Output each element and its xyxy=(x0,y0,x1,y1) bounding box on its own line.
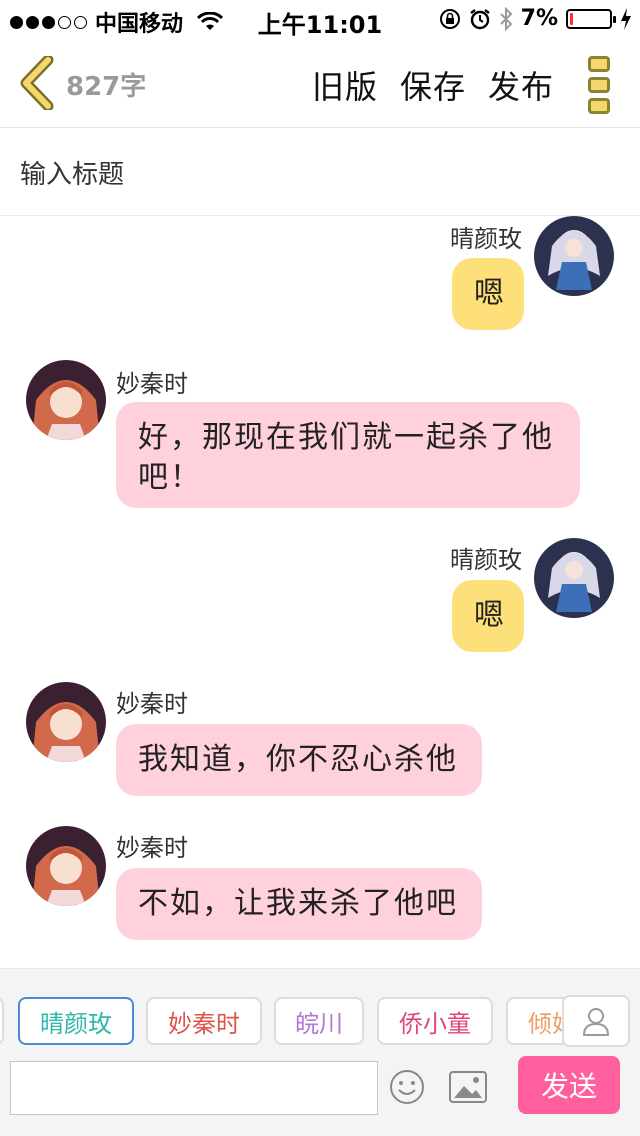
role-chip-label: 晴颜玫 xyxy=(40,1009,112,1038)
role-chip-label: 妙秦时 xyxy=(168,1009,240,1038)
avatar-miaoqinshi[interactable] xyxy=(26,360,106,440)
message-bubble[interactable]: 不如，让我来杀了他吧 xyxy=(116,868,482,940)
message-speaker: 妙秦时 xyxy=(116,834,188,862)
old-version-button[interactable]: 旧版 xyxy=(312,62,378,108)
publish-button[interactable]: 发布 xyxy=(488,62,554,108)
role-chip-qingyanmei[interactable]: 晴颜玫 xyxy=(18,997,134,1045)
save-button[interactable]: 保存 xyxy=(400,62,466,108)
emoji-icon[interactable] xyxy=(388,1068,426,1106)
avatar-qingyanmei[interactable] xyxy=(534,538,614,618)
chevron-left-icon[interactable] xyxy=(18,56,58,110)
more-icon[interactable] xyxy=(588,56,614,114)
role-chip-miaoqinshi[interactable]: 妙秦时 xyxy=(146,997,262,1045)
role-chip-qiaoxiaotong[interactable]: 侨小童 xyxy=(377,997,493,1045)
message-input[interactable] xyxy=(10,1061,378,1115)
role-selector[interactable]: 晴颜玫 妙秦时 皖川 侨小童 倾妁 xyxy=(0,968,640,1058)
contact-icon[interactable] xyxy=(562,995,630,1047)
battery-icon xyxy=(566,8,616,29)
message-speaker: 晴颜玫 xyxy=(450,225,522,253)
role-chip-label: 皖川 xyxy=(295,1009,343,1038)
bluetooth-icon xyxy=(499,6,513,31)
message-speaker: 晴颜玫 xyxy=(450,546,522,574)
message-speaker: 妙秦时 xyxy=(116,690,188,718)
role-chip-hidden[interactable] xyxy=(0,997,4,1045)
toolbar-actions: 旧版 保存 发布 xyxy=(312,62,554,108)
editor-toolbar: 827字 旧版 保存 发布 xyxy=(0,40,640,128)
message-bubble[interactable]: 我知道，你不忍心杀他 xyxy=(116,724,482,796)
charging-icon xyxy=(621,7,631,30)
message-bubble[interactable]: 好，那现在我们就一起杀了他吧！ xyxy=(116,402,580,508)
avatar-miaoqinshi[interactable] xyxy=(26,682,106,762)
send-button[interactable]: 发送 xyxy=(518,1056,620,1114)
battery-level xyxy=(570,12,573,25)
rotation-lock-icon xyxy=(439,8,460,29)
title-row: 输入标题 xyxy=(0,128,640,216)
role-chip-wanchuan[interactable]: 皖川 xyxy=(274,997,364,1045)
message-bubble[interactable]: 嗯 xyxy=(452,258,524,330)
message-bubble[interactable]: 嗯 xyxy=(452,580,524,652)
alarm-icon xyxy=(469,8,490,29)
word-count: 827字 xyxy=(66,72,147,102)
title-input[interactable]: 输入标题 xyxy=(20,154,124,191)
input-row: 发送 xyxy=(0,1056,640,1136)
image-icon[interactable] xyxy=(448,1070,488,1104)
message-speaker: 妙秦时 xyxy=(116,370,188,398)
status-bar: 中国移动 上午11:01 7% xyxy=(0,0,640,40)
status-right: 7% xyxy=(439,6,632,31)
avatar-miaoqinshi[interactable] xyxy=(26,826,106,906)
battery-percent: 7% xyxy=(520,6,558,31)
avatar-qingyanmei[interactable] xyxy=(534,216,614,296)
role-chip-label: 侨小童 xyxy=(399,1009,471,1038)
message-list[interactable]: 晴颜玫 嗯 妙秦时 好，那现在我们就一起杀了他吧！ 晴颜玫 嗯 妙秦时 我知道，… xyxy=(0,216,640,968)
